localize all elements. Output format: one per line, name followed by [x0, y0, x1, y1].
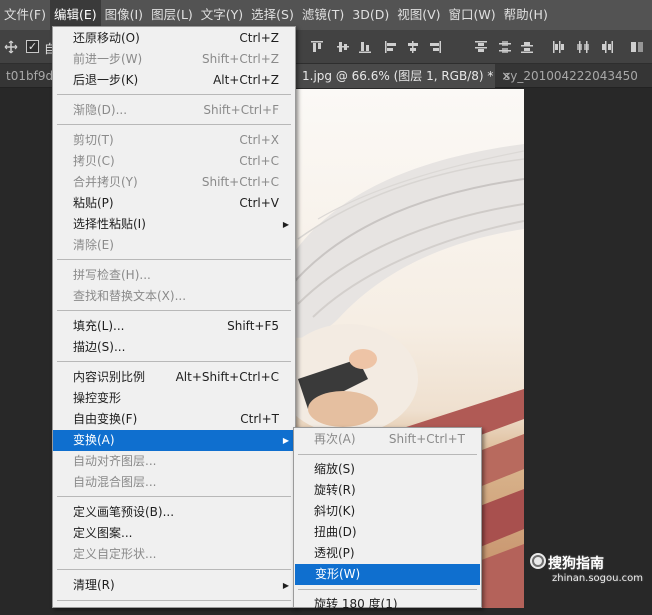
menu-separator [57, 361, 291, 362]
menu-window[interactable]: 窗口(W) [445, 0, 500, 30]
submenu-item-perspective[interactable]: 透视(P) [294, 543, 481, 564]
menu-item-clear[interactable]: 清除(E) [53, 235, 295, 256]
tab-t01bf9d[interactable]: t01bf9d [0, 64, 56, 88]
menu-item-check-spelling[interactable]: 拼写检查(H)... [53, 265, 295, 286]
submenu-arrow-icon: ▶ [282, 220, 289, 229]
auto-align-icon[interactable] [630, 40, 644, 54]
distribute-bottom-icon[interactable] [520, 40, 534, 54]
distribute-right-icon[interactable] [600, 40, 614, 54]
menu-item-undo-move[interactable]: 还原移动(O) Ctrl+Z [53, 28, 295, 49]
menu-item-purge[interactable]: 清理(R) ▶ [53, 575, 295, 596]
menu-separator [57, 496, 291, 497]
submenu-item-distort[interactable]: 扭曲(D) [294, 522, 481, 543]
menu-item-paste-special[interactable]: 选择性粘贴(I) ▶ [53, 214, 295, 235]
menu-separator [57, 259, 291, 260]
menu-item-step-forward[interactable]: 前进一步(W) Shift+Ctrl+Z [53, 49, 295, 70]
menu-separator [57, 600, 291, 601]
transform-submenu: 再次(A) Shift+Ctrl+T 缩放(S) 旋转(R) 斜切(K) 扭曲(… [293, 427, 482, 611]
menu-item-copy-merged[interactable]: 合并拷贝(Y) Shift+Ctrl+C [53, 172, 295, 193]
distribute-left-icon[interactable] [552, 40, 566, 54]
submenu-item-skew[interactable]: 斜切(K) [294, 501, 481, 522]
menu-filter[interactable]: 滤镜(T) [298, 0, 348, 30]
menu-item-define-brush-preset[interactable]: 定义画笔预设(B)... [53, 502, 295, 523]
menu-item-fade[interactable]: 渐隐(D)... Shift+Ctrl+F [53, 100, 295, 121]
menu-item-cut[interactable]: 剪切(T) Ctrl+X [53, 130, 295, 151]
menu-help[interactable]: 帮助(H) [500, 0, 552, 30]
align-right-icon[interactable] [428, 40, 442, 54]
align-left-icon[interactable] [384, 40, 398, 54]
submenu-item-again[interactable]: 再次(A) Shift+Ctrl+T [294, 429, 481, 450]
menu-item-free-transform[interactable]: 自由变换(F) Ctrl+T [53, 409, 295, 430]
menu-item-auto-align-layers[interactable]: 自动对齐图层... [53, 451, 295, 472]
menu-item-stroke[interactable]: 描边(S)... [53, 337, 295, 358]
edit-menu: 还原移动(O) Ctrl+Z 前进一步(W) Shift+Ctrl+Z 后退一步… [52, 26, 296, 608]
submenu-arrow-icon: ▶ [282, 436, 289, 445]
watermark-brand: 搜狗指南 [548, 556, 604, 572]
menu-item-step-backward[interactable]: 后退一步(K) Alt+Ctrl+Z [53, 70, 295, 91]
distribute-hcenter-icon[interactable] [576, 40, 590, 54]
menu-item-paste[interactable]: 粘贴(P) Ctrl+V [53, 193, 295, 214]
menu-separator [298, 454, 477, 455]
menu-separator [57, 124, 291, 125]
distribute-vcenter-icon[interactable] [498, 40, 512, 54]
align-bottom-icon[interactable] [358, 40, 372, 54]
menu-item-find-replace[interactable]: 查找和替换文本(X)... [53, 286, 295, 307]
menu-item-transform[interactable]: 变换(A) ▶ [53, 430, 295, 451]
menu-separator [298, 589, 477, 590]
sogou-logo-icon [530, 553, 546, 569]
menu-separator [57, 310, 291, 311]
tab-active-document[interactable]: 1.jpg @ 66.6% (图层 1, RGB/8) * × [296, 64, 511, 88]
submenu-item-rotate-180[interactable]: 旋转 180 度(1) [294, 594, 481, 615]
submenu-arrow-icon: ▶ [282, 581, 289, 590]
menu-item-define-custom-shape[interactable]: 定义自定形状... [53, 544, 295, 565]
menu-item-fill[interactable]: 填充(L)... Shift+F5 [53, 316, 295, 337]
align-hcenter-icon[interactable] [406, 40, 420, 54]
auto-select-checkbox[interactable]: ✓ [26, 40, 39, 53]
menu-item-copy[interactable]: 拷贝(C) Ctrl+C [53, 151, 295, 172]
menu-item-auto-blend-layers[interactable]: 自动混合图层... [53, 472, 295, 493]
submenu-item-scale[interactable]: 缩放(S) [294, 459, 481, 480]
menu-item-puppet-warp[interactable]: 操控变形 [53, 388, 295, 409]
move-tool-preset-icon[interactable] [4, 40, 18, 54]
menu-item-content-aware-scale[interactable]: 内容识别比例 Alt+Shift+Ctrl+C [53, 367, 295, 388]
align-top-icon[interactable] [310, 40, 324, 54]
tab-label: t01bf9d [6, 69, 54, 83]
menu-3d[interactable]: 3D(D) [348, 0, 393, 30]
menu-item-define-pattern[interactable]: 定义图案... [53, 523, 295, 544]
tab-label: 1.jpg @ 66.6% (图层 1, RGB/8) * [302, 69, 494, 83]
tab-sy-document[interactable]: sy_2010042220434­50 [498, 64, 652, 88]
menu-separator [57, 569, 291, 570]
align-vcenter-icon[interactable] [336, 40, 350, 54]
menu-separator [57, 94, 291, 95]
watermark-url: zhinan.sogou.com [552, 573, 644, 584]
menu-file[interactable]: 文件(F) [0, 0, 50, 30]
submenu-item-warp[interactable]: 变形(W) [295, 564, 480, 585]
submenu-item-rotate[interactable]: 旋转(R) [294, 480, 481, 501]
tab-label: sy_2010042220434­50 [504, 69, 638, 83]
menu-view[interactable]: 视图(V) [393, 0, 444, 30]
distribute-top-icon[interactable] [474, 40, 488, 54]
